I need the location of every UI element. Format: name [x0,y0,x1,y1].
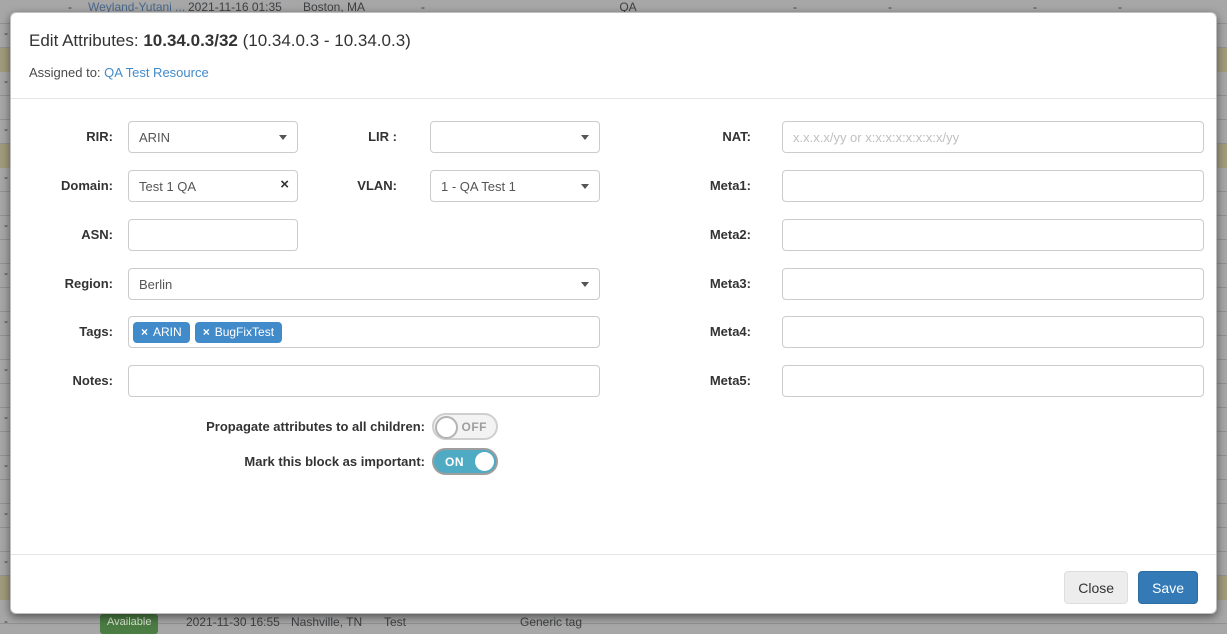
rir-select[interactable]: ARIN [128,121,298,153]
domain-input[interactable] [128,170,298,202]
region-label: Region: [11,268,113,300]
table-cell: Test [384,615,406,629]
assigned-to-line: Assigned to: QA Test Resource [29,65,209,80]
meta2-label: Meta2: [651,219,751,251]
edit-attributes-modal: Edit Attributes: 10.34.0.3/32 (10.34.0.3… [10,12,1217,614]
table-cell: - [4,170,8,184]
table-cell: - [4,26,8,40]
toggle-state-label: OFF [462,420,488,434]
clear-icon[interactable]: × [280,177,289,193]
table-cell: - [4,458,8,472]
asn-label: ASN: [11,219,113,251]
assigned-to-label: Assigned to: [29,65,104,80]
region-select[interactable]: Berlin [128,268,600,300]
header-divider [11,98,1216,99]
tag-chip-label: ARIN [153,326,182,339]
notes-label: Notes: [11,365,113,397]
footer-divider [11,554,1216,555]
meta4-input[interactable] [782,316,1204,348]
remove-tag-icon[interactable]: × [141,326,148,339]
toggle-knob [475,452,494,471]
meta5-input[interactable] [782,365,1204,397]
rir-label: RIR: [11,121,113,153]
meta2-input[interactable] [782,219,1204,251]
modal-title-cidr: 10.34.0.3/32 [143,31,238,50]
meta3-input[interactable] [782,268,1204,300]
lir-label: LIR : [311,121,397,153]
table-cell: - [4,218,8,232]
modal-title: Edit Attributes: 10.34.0.3/32 (10.34.0.3… [29,31,411,51]
table-cell: 2021-11-30 16:55 [186,615,280,629]
caret-down-icon [279,135,287,140]
table-cell: Nashville, TN [291,615,362,629]
table-cell: - [4,74,8,88]
meta1-label: Meta1: [651,170,751,202]
domain-field: × [128,170,298,202]
table-cell: - [4,410,8,424]
table-cell: - [4,614,8,628]
important-toggle[interactable]: ON [432,448,498,475]
region-select-value: Berlin [139,277,172,292]
lir-select[interactable] [430,121,600,153]
meta4-label: Meta4: [651,316,751,348]
remove-tag-icon[interactable]: × [203,326,210,339]
table-cell: - [4,122,8,136]
meta1-input[interactable] [782,170,1204,202]
status-badge: Available [100,614,158,634]
caret-down-icon [581,184,589,189]
table-cell: - [4,506,8,520]
notes-input[interactable] [128,365,600,397]
asn-input[interactable] [128,219,298,251]
meta5-label: Meta5: [651,365,751,397]
save-button[interactable]: Save [1138,571,1198,604]
assigned-resource-link[interactable]: QA Test Resource [104,65,209,80]
propagate-toggle[interactable]: OFF [432,413,498,440]
toggle-knob [435,416,458,439]
table-cell: Generic tag [520,615,582,629]
caret-down-icon [581,135,589,140]
rir-select-value: ARIN [139,130,170,145]
vlan-select[interactable]: 1 - QA Test 1 [430,170,600,202]
caret-down-icon [581,282,589,287]
vlan-select-value: 1 - QA Test 1 [441,179,516,194]
close-button[interactable]: Close [1064,571,1128,604]
propagate-toggle-label: Propagate attributes to all children: [161,413,425,440]
table-cell: - [4,266,8,280]
modal-title-range: (10.34.0.3 - 10.34.0.3) [238,31,411,50]
modal-footer: Close Save [11,571,1216,604]
table-cell: - [4,554,8,568]
meta3-label: Meta3: [651,268,751,300]
toggle-state-label: ON [445,455,464,469]
table-cell: - [4,314,8,328]
tag-chip: × ARIN [133,322,190,343]
table-cell: - [4,362,8,376]
domain-label: Domain: [11,170,113,202]
nat-input[interactable] [782,121,1204,153]
important-toggle-label: Mark this block as important: [161,448,425,475]
tag-chip: × BugFixTest [195,322,282,343]
nat-label: NAT: [651,121,751,153]
tag-chip-label: BugFixTest [215,326,274,339]
tags-label: Tags: [11,316,113,348]
vlan-label: VLAN: [311,170,397,202]
tags-input[interactable]: × ARIN × BugFixTest [128,316,600,348]
modal-title-prefix: Edit Attributes: [29,31,143,50]
